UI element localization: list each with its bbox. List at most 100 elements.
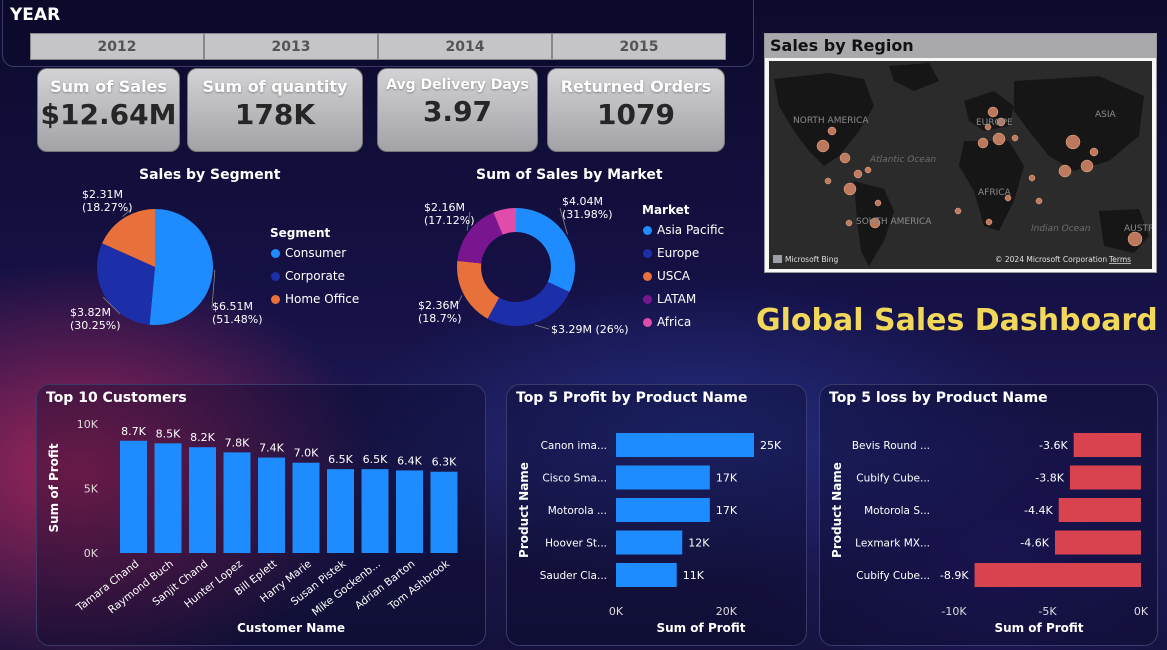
sales-by-region-map[interactable]: Sales by Region NORTH AMERICA EUROPE ASI… xyxy=(764,33,1157,273)
slice-label: (51.48%) xyxy=(212,313,263,326)
segment-pie-chart: $6.51M(51.48%) $3.82M(30.25%) $2.31M(18.27… xyxy=(70,190,263,332)
bar-bevis-round[interactable] xyxy=(1073,433,1141,457)
year-button-2013[interactable]: 2013 xyxy=(204,33,378,60)
kpi-card-sales: Sum of Sales $12.64M xyxy=(37,68,180,152)
y-tick-label: Cubify Cube... xyxy=(856,570,930,582)
bar-raymond-buch[interactable] xyxy=(154,443,182,553)
legend-label: Europe xyxy=(657,246,700,260)
kpi-label: Avg Delivery Days xyxy=(386,77,529,93)
market-legend-title: Market xyxy=(642,203,690,217)
legend-dot-icon xyxy=(271,271,280,281)
legend-item-consumer[interactable]: Consumer xyxy=(271,246,346,260)
y-tick-label: Cisco Sma... xyxy=(542,473,607,485)
customers-chart-title: Top 10 Customers xyxy=(46,390,187,406)
data-label: -3.6K xyxy=(1039,439,1068,452)
y-tick-label: 5K xyxy=(84,483,99,496)
bar-cubify-cube[interactable] xyxy=(1069,465,1141,490)
x-tick-label: 0K xyxy=(609,605,624,618)
data-label: 6.5K xyxy=(363,453,388,466)
bar-sanjit-chand[interactable] xyxy=(189,447,216,553)
legend-label: Consumer xyxy=(285,246,347,260)
bar-susan-pistek[interactable] xyxy=(327,469,354,553)
slice-europe[interactable] xyxy=(487,281,570,326)
y-axis-title: Product Name xyxy=(830,462,844,558)
y-tick-label: Motorola S... xyxy=(864,505,930,517)
data-label: -3.8K xyxy=(1035,472,1064,485)
bar-motorola[interactable] xyxy=(616,498,710,522)
slice-consumer[interactable] xyxy=(149,209,214,325)
map-canvas[interactable]: NORTH AMERICA EUROPE ASIA Atlantic Ocean… xyxy=(769,61,1152,269)
legend-label: LATAM xyxy=(657,292,697,306)
x-tick-label: Adrian Barton xyxy=(353,558,418,612)
bar-tamara-chand[interactable] xyxy=(120,440,147,553)
slice-label: (30.25%) xyxy=(70,319,121,332)
legend-item-europe[interactable]: Europe xyxy=(643,246,699,260)
kpi-label: Sum of quantity xyxy=(202,77,348,96)
legend-item-latam[interactable]: LATAM xyxy=(643,292,696,306)
dashboard-title: Global Sales Dashboard xyxy=(756,303,1158,338)
kpi-value: 3.97 xyxy=(422,95,493,128)
kpi-card-quantity: Sum of quantity 178K xyxy=(187,68,363,152)
data-label: 6.4K xyxy=(397,454,422,467)
y-axis-title: Product Name xyxy=(517,462,531,558)
year-button-2014[interactable]: 2014 xyxy=(378,33,552,60)
loss-chart-title: Top 5 loss by Product Name xyxy=(829,390,1048,406)
bar-tom-ashbrook[interactable] xyxy=(430,471,458,553)
data-label: 7.8K xyxy=(225,436,250,449)
bar-hunter-lopez[interactable] xyxy=(223,452,251,553)
leader-line xyxy=(534,324,550,330)
year-button-2015[interactable]: 2015 xyxy=(552,33,726,60)
slice-label: (18.27%) xyxy=(82,201,133,214)
world-map-svg: NORTH AMERICA EUROPE ASIA Atlantic Ocean… xyxy=(773,63,1152,266)
x-tick-label: 0K xyxy=(1134,605,1149,618)
slice-label: $6.51M xyxy=(212,300,253,313)
kpi-card-delivery: Avg Delivery Days 3.97 xyxy=(377,68,538,152)
y-tick-label: 0K xyxy=(84,547,99,560)
bar-adrian-barton[interactable] xyxy=(396,470,423,553)
bar-cubify-cube[interactable] xyxy=(974,563,1141,587)
legend-label: Home Office xyxy=(285,292,360,306)
x-axis-title: Sum of Profit xyxy=(656,621,745,635)
kpi-label: Sum of Sales xyxy=(50,77,167,96)
y-tick-label: Canon ima... xyxy=(541,440,607,452)
bar-bill-eplett[interactable] xyxy=(258,457,285,553)
y-tick-label: Bevis Round ... xyxy=(852,440,930,452)
bar-canon-ima[interactable] xyxy=(616,433,754,457)
map-copyright: © 2024 Microsoft Corporation xyxy=(995,255,1107,264)
bar-hoover-st[interactable] xyxy=(616,530,683,555)
x-tick-label: -10K xyxy=(941,605,967,618)
customers-bar-chart: 0K5K10K8.7KTamara Chand8.5KRaymond Buch8… xyxy=(47,418,458,635)
slice-label: $3.82M xyxy=(70,306,111,319)
loss-bar-chart: Bevis Round ... -3.6K Cubify Cube... -3.8K M… xyxy=(830,433,1149,635)
legend-item-home-office[interactable]: Home Office xyxy=(271,292,359,306)
legend-label: Asia Pacific xyxy=(657,223,725,237)
bar-motorola-s[interactable] xyxy=(1058,498,1141,522)
x-tick-label: Tom Ashbrook xyxy=(386,557,453,613)
legend-label: Africa xyxy=(657,315,692,329)
legend-dot-icon xyxy=(271,294,280,304)
profit-chart-title: Top 5 Profit by Product Name xyxy=(516,390,748,406)
map-label-south-america: SOUTH AMERICA xyxy=(856,217,932,227)
profit-bar-chart: Canon ima... 25K Cisco Sma... 17K Motorola .… xyxy=(517,433,782,635)
legend-item-corporate[interactable]: Corporate xyxy=(271,269,345,283)
map-brand: Microsoft Bing xyxy=(785,255,838,264)
legend-dot-icon xyxy=(643,317,652,327)
legend-item-africa[interactable]: Africa xyxy=(643,315,691,329)
year-button-2012[interactable]: 2012 xyxy=(30,33,204,60)
legend-item-usca[interactable]: USCA xyxy=(643,269,690,283)
bar-cisco-sma[interactable] xyxy=(616,465,710,490)
bar-mike-gockenb[interactable] xyxy=(361,469,389,553)
legend-item-asia-pacific[interactable]: Asia Pacific xyxy=(643,223,724,237)
bar-lexmark-mx[interactable] xyxy=(1054,530,1141,555)
year-slicer-title: YEAR xyxy=(10,5,61,25)
data-label: -4.4K xyxy=(1024,504,1053,517)
map-label-indian: Indian Ocean xyxy=(1031,224,1091,234)
data-label: 7.4K xyxy=(259,442,284,455)
map-terms-link[interactable]: Terms xyxy=(1108,255,1131,264)
data-label: 6.3K xyxy=(432,456,457,469)
bar-harry-marie[interactable] xyxy=(292,462,320,553)
map-label-australia: AUSTRA xyxy=(1124,224,1152,234)
bar-sauder-cla[interactable] xyxy=(616,563,677,587)
slice-label: $2.36M xyxy=(418,299,459,312)
x-axis-title: Customer Name xyxy=(237,621,345,635)
